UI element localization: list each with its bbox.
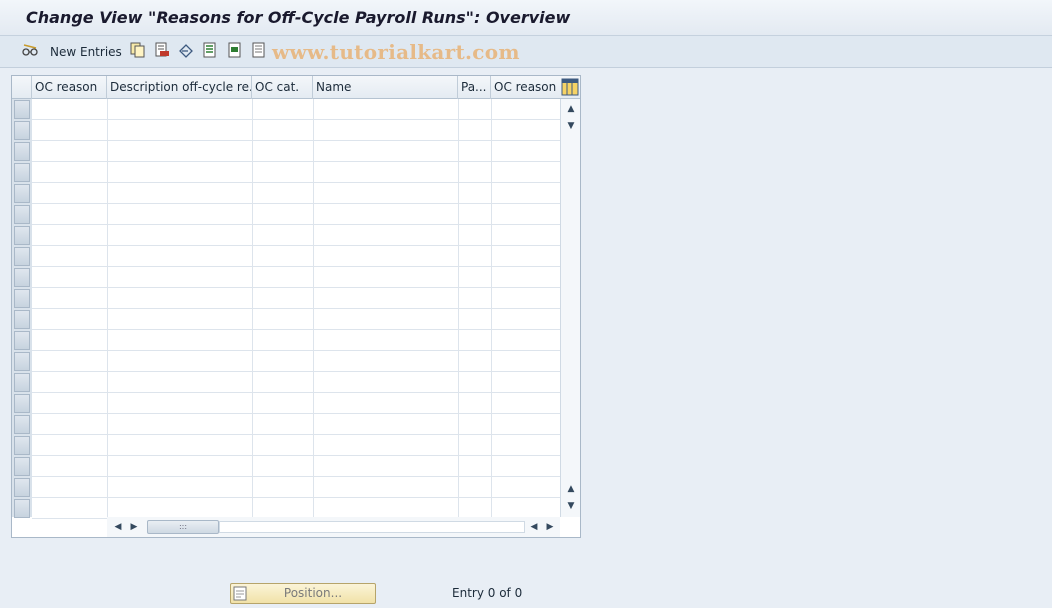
position-button[interactable]: Position... [230,583,376,604]
table-row[interactable] [32,477,560,498]
table-row[interactable] [32,162,560,183]
new-entries-button[interactable]: New Entries [50,42,122,62]
title-bar: Change View "Reasons for Off-Cycle Payro… [0,0,1052,36]
column-header-description[interactable]: Description off-cycle re... [107,76,252,99]
edit-glasses-icon[interactable] [22,42,38,58]
scroll-page-up-icon[interactable]: ▲ [561,481,581,497]
new-entries-label: New Entries [50,45,122,59]
row-selector-button[interactable] [14,184,30,203]
column-header-payroll[interactable]: Pa... [458,76,491,99]
column-header-oc-reason-type[interactable]: OC reason ty [491,76,560,99]
table-row[interactable] [32,456,560,477]
table-row[interactable] [32,225,560,246]
horizontal-scrollbar[interactable]: ◀ ▶ ::: ◀ ▶ [107,517,560,537]
copy-icon[interactable] [130,42,146,58]
table-row[interactable] [32,351,560,372]
row-selector-button[interactable] [14,373,30,392]
row-selector-button[interactable] [14,331,30,350]
row-selector-column [12,99,32,518]
row-selector-button[interactable] [14,478,30,497]
table-row[interactable] [32,414,560,435]
select-all-icon[interactable] [202,42,218,58]
table-control: OC reason Description off-cycle re... OC… [11,75,581,538]
scroll-thumb[interactable]: ::: [147,520,219,534]
table-row[interactable] [32,183,560,204]
table-row[interactable] [32,99,560,120]
table-grid [32,99,560,519]
vertical-scrollbar[interactable]: ▲ ▼ ▲ ▼ [560,99,580,517]
row-selector-button[interactable] [14,499,30,518]
scroll-down-icon[interactable]: ▼ [561,118,581,134]
row-selector-button[interactable] [14,100,30,119]
table-row[interactable] [32,330,560,351]
select-block-icon[interactable] [227,42,243,58]
scroll-page-down-icon[interactable]: ▼ [561,498,581,514]
scroll-up-icon[interactable]: ▲ [561,101,581,117]
application-toolbar: New Entries www.tutorialkart.com [0,36,1052,68]
scroll-right-icon[interactable]: ▶ [127,519,141,535]
table-row[interactable] [32,393,560,414]
row-selector-button[interactable] [14,436,30,455]
table-row[interactable] [32,309,560,330]
position-icon [233,586,247,601]
table-row[interactable] [32,141,560,162]
row-selector-button[interactable] [14,205,30,224]
table-row[interactable] [32,498,560,519]
row-selector-button[interactable] [14,247,30,266]
row-selector-button[interactable] [14,226,30,245]
scroll-end-left-icon[interactable]: ◀ [527,519,541,535]
column-header-name[interactable]: Name [313,76,458,99]
table-row[interactable] [32,246,560,267]
undo-icon[interactable] [178,42,194,58]
row-selector-button[interactable] [14,352,30,371]
page-title: Change View "Reasons for Off-Cycle Payro… [26,8,571,27]
table-row[interactable] [32,435,560,456]
table-settings-icon[interactable] [561,78,579,96]
table-row[interactable] [32,372,560,393]
scroll-track[interactable] [219,521,525,533]
column-header-oc-cat[interactable]: OC cat. [252,76,313,99]
table-row[interactable] [32,204,560,225]
table-row[interactable] [32,288,560,309]
entry-count: Entry 0 of 0 [452,586,523,600]
table-row[interactable] [32,120,560,141]
position-button-label: Position... [283,586,343,600]
row-selector-button[interactable] [14,163,30,182]
column-header-oc-reason[interactable]: OC reason [32,76,107,99]
row-selector-button[interactable] [14,142,30,161]
row-selector-button[interactable] [14,310,30,329]
scroll-end-right-icon[interactable]: ▶ [543,519,557,535]
select-all-header[interactable] [12,76,32,99]
scroll-left-icon[interactable]: ◀ [111,519,125,535]
table-row[interactable] [32,267,560,288]
table-header: OC reason Description off-cycle re... OC… [12,76,580,99]
deselect-all-icon[interactable] [251,42,267,58]
row-selector-button[interactable] [14,268,30,287]
delete-icon[interactable] [154,42,170,58]
watermark: www.tutorialkart.com [272,40,520,64]
row-selector-button[interactable] [14,457,30,476]
row-selector-button[interactable] [14,394,30,413]
row-selector-button[interactable] [14,121,30,140]
row-selector-button[interactable] [14,415,30,434]
row-selector-button[interactable] [14,289,30,308]
